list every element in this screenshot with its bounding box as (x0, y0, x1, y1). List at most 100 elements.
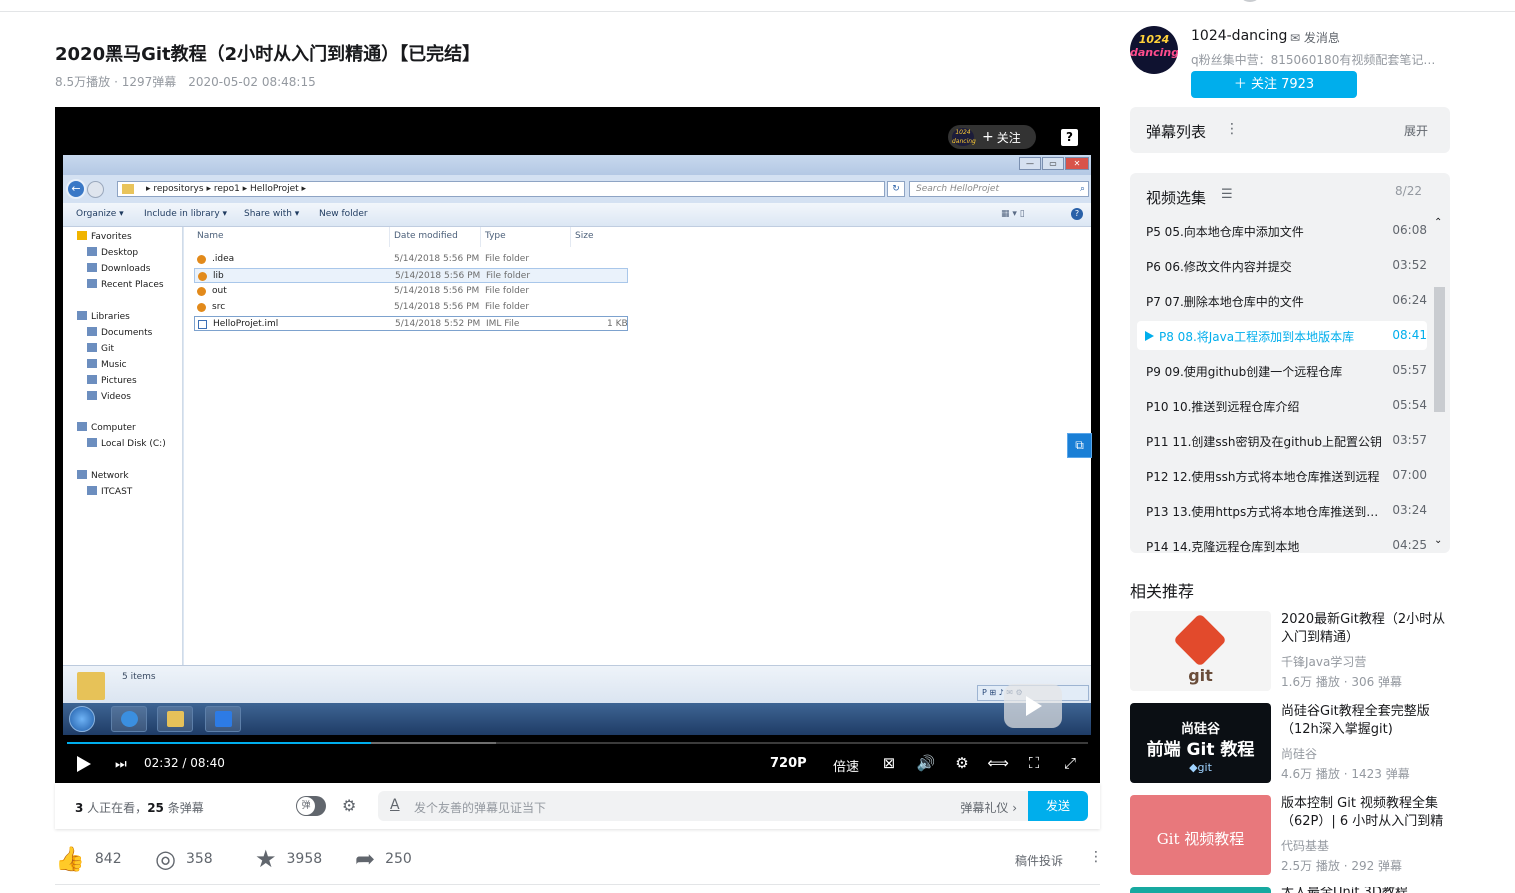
scroll-up-icon[interactable]: ⌃ (1434, 217, 1442, 228)
play-count: 8.5万播放 (55, 75, 111, 89)
episode-list-panel: 视频选集 ☰ 8/22 P5 05.向本地仓库中添加文件 06:08 P6 06.… (1130, 173, 1450, 553)
recommend-video-title[interactable]: 版本控制 Git 视频教程全集（62P）| 6 小时从入门到精通 (1281, 795, 1450, 831)
quality-button[interactable]: 720P (770, 756, 807, 771)
video-thumbnail[interactable]: git (1130, 611, 1271, 691)
episode-item[interactable]: P11 11.创建ssh密钥及在github上配置公钥 03:57 (1137, 426, 1427, 455)
report-link[interactable]: 稿件投诉 (1015, 852, 1063, 869)
scroll-thumb[interactable] (1434, 287, 1445, 412)
danmaku-setting-icon[interactable]: ⚙ (342, 796, 356, 815)
nav-desktop: Desktop (87, 247, 138, 258)
documents-icon (87, 327, 97, 336)
nav-pictures: Pictures (87, 375, 137, 386)
font-style-icon[interactable]: A (390, 797, 400, 813)
danmaku-etiquette-link[interactable]: 弹幕礼仪 › (960, 799, 1017, 816)
nav-videos: Videos (87, 391, 131, 402)
recommend-item[interactable]: Git 视频教程 版本控制 Git 视频教程全集（62P）| 6 小时从入门到精… (1130, 795, 1450, 875)
recommend-uploader[interactable]: 尚硅谷 (1281, 745, 1317, 762)
video-thumbnail-partial[interactable] (1130, 887, 1271, 893)
episode-item[interactable]: P12 12.使用ssh方式将本地仓库推送到远程 07:00 (1137, 461, 1427, 490)
windows-taskbar (63, 703, 1091, 735)
recommend-stats: 2.5万 播放 · 292 弹幕 (1281, 859, 1403, 873)
volume-icon[interactable]: 🔊 (915, 754, 937, 772)
episode-item[interactable]: P14 14.克隆远程仓库到本地 04:25 (1137, 531, 1427, 553)
big-play-icon[interactable] (1004, 684, 1062, 728)
help-icon[interactable]: ? (1061, 129, 1078, 146)
uploader-name[interactable]: 1024-dancing (1191, 28, 1287, 44)
explorer-details-pane: 5 items (63, 665, 1091, 703)
episode-item[interactable]: P13 13.使用https方式将本地仓库推送到远程仓库03:24 (1137, 496, 1427, 525)
share-button[interactable]: ➦ 250 (355, 845, 412, 873)
episode-item[interactable]: P9 09.使用github创建一个远程仓库 05:57 (1137, 356, 1427, 385)
nav-local-disk: Local Disk (C:) (87, 438, 166, 449)
favorite-button[interactable]: ★ 3958 (255, 845, 322, 873)
column-divider (389, 227, 390, 247)
recommend-item[interactable]: 尚硅谷 前端 Git 教程 ◆git 尚硅谷Git教程全套完整版（12h深入掌握… (1130, 703, 1450, 783)
taskbar-ie (111, 706, 147, 732)
episode-item-active[interactable]: P8 08.将Java工程添加到本地版本库 08:41 (1137, 321, 1427, 350)
libraries-icon (77, 311, 87, 320)
folder-icon (122, 184, 134, 194)
explorer-search-placeholder: Search HelloProjet (916, 184, 999, 194)
speed-button[interactable]: 倍速 (833, 756, 859, 775)
more-icon[interactable]: ⋮ (1089, 849, 1103, 865)
send-button[interactable]: 发送 (1028, 791, 1088, 821)
player-controls: ⏭ 02:32 / 08:40 720P 倍速 ⊠ 🔊 ⚙ ⟺ ⛶ ⤢ (55, 747, 1100, 783)
recommend-stats: 4.6万 播放 · 1423 弹幕 (1281, 767, 1410, 781)
plus-icon: + (982, 129, 994, 145)
video-thumbnail[interactable]: Git 视频教程 (1130, 795, 1271, 875)
list-icon[interactable]: ☰ (1221, 187, 1233, 202)
episode-item[interactable]: P10 10.推送到远程仓库介绍 05:54 (1137, 391, 1427, 420)
recommend-video-title-partial[interactable]: 大人最全Unit 3D教程 (1281, 887, 1408, 893)
coin-button[interactable]: ◎ 358 (155, 845, 213, 873)
play-icon[interactable] (77, 756, 91, 772)
star-icon (77, 231, 87, 240)
mini-player-icon[interactable]: ⧉ (1067, 433, 1092, 458)
divider (55, 884, 1100, 885)
folder-icon (197, 255, 206, 264)
fullscreen-icon[interactable]: ⤢ (1059, 754, 1081, 772)
danmaku-list-panel[interactable]: 弹幕列表 ⋮ 展开 (1130, 107, 1450, 153)
episode-scrollbar[interactable]: ⌃ ⌄ (1434, 217, 1446, 547)
more-icon[interactable]: ⋮ (1225, 121, 1239, 137)
send-message-link[interactable]: ✉ 发消息 (1290, 29, 1340, 46)
episode-item[interactable]: P6 06.修改文件内容并提交 03:52 (1137, 251, 1427, 280)
video-player[interactable]: 1024 dancing + 关注 ? — ▭ ✕ ← ▸ repositorys… (55, 107, 1100, 783)
episode-item[interactable]: P5 05.向本地仓库中添加文件 06:08 (1137, 216, 1427, 245)
recent-places-icon (87, 279, 97, 288)
recommend-video-title[interactable]: 尚硅谷Git教程全套完整版（12h深入掌握git) (1281, 703, 1450, 739)
scroll-down-icon[interactable]: ⌄ (1434, 535, 1442, 546)
explorer-help-icon: ? (1071, 208, 1083, 220)
danmaku-toggle[interactable] (296, 796, 326, 816)
episode-item[interactable]: P7 07.删除本地仓库中的文件 06:24 (1137, 286, 1427, 315)
new-folder-button: New folder (319, 209, 368, 219)
web-fullscreen-icon[interactable]: ⛶ (1023, 754, 1045, 772)
recommend-uploader[interactable]: 千锋Java学习营 (1281, 653, 1366, 670)
progress-bar[interactable] (67, 742, 1088, 744)
share-arrow-icon: ➦ (355, 845, 376, 873)
player-follow-button[interactable]: 1024 dancing + 关注 (948, 125, 1036, 149)
next-icon[interactable]: ⏭ (115, 757, 127, 772)
taskbar-explorer (157, 706, 193, 732)
follow-button[interactable]: ＋ 关注 7923 (1191, 71, 1357, 98)
windows-start-icon (69, 706, 95, 732)
videos-icon (87, 391, 97, 400)
widescreen-icon[interactable]: ⟺ (987, 754, 1009, 772)
expand-button[interactable]: 展开 (1404, 122, 1428, 139)
star-icon: ★ (255, 845, 277, 873)
user-avatar-edge[interactable] (1238, 0, 1262, 2)
recommend-uploader[interactable]: 代码基基 (1281, 837, 1329, 854)
recommend-item[interactable]: git 2020最新Git教程（2小时从入门到精通） 千锋Java学习营 1.6… (1130, 611, 1450, 691)
close-icon: ✕ (1065, 157, 1089, 170)
magnifier-icon: ⌕ (1079, 184, 1085, 194)
danmaku-off-icon[interactable]: ⊠ (878, 754, 900, 772)
recommend-video-title[interactable]: 2020最新Git教程（2小时从入门到精通） (1281, 611, 1450, 647)
desktop-icon (87, 247, 97, 256)
like-button[interactable]: 👍 842 (55, 845, 122, 873)
uploader-avatar[interactable]: 1024 dancing (1130, 26, 1178, 74)
danmaku-input[interactable]: A 发个友善的弹幕见证当下 弹幕礼仪 › (378, 791, 1029, 821)
explorer-titlebar: — ▭ ✕ (63, 155, 1091, 175)
video-thumbnail[interactable]: 尚硅谷 前端 Git 教程 ◆git (1130, 703, 1271, 783)
settings-icon[interactable]: ⚙ (951, 754, 973, 772)
column-date: Date modified (394, 231, 458, 241)
nav-libraries: Libraries (77, 311, 130, 322)
